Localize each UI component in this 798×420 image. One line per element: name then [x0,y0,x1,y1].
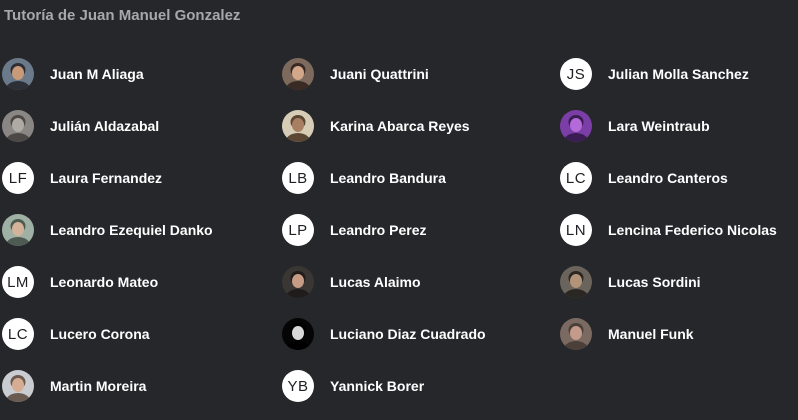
member-item[interactable]: JS Julian Molla Sanchez [559,54,798,94]
avatar-photo [2,370,34,402]
member-name: Karina Abarca Reyes [330,118,470,134]
member-item[interactable]: LC Lucero Corona [0,314,280,354]
member-name: Juani Quattrini [330,66,429,82]
avatar-initials: LP [282,214,314,246]
member-name: Lucas Sordini [608,274,701,290]
member-name: Leandro Canteros [608,170,728,186]
member-name: Yannick Borer [330,378,425,394]
member-name: Manuel Funk [608,326,694,342]
member-item[interactable]: LC Leandro Canteros [559,158,798,198]
member-item[interactable]: Leandro Ezequiel Danko [0,210,280,250]
avatar-initials: LM [2,266,34,298]
member-name: Julián Aldazabal [50,118,160,134]
avatar-photo [2,110,34,142]
member-item[interactable]: Luciano Diaz Cuadrado [280,314,559,354]
member-grid: Juan M Aliaga Juani Quattrini JS Julian Mol… [0,54,798,418]
member-item[interactable]: Juan M Aliaga [0,54,280,94]
avatar-photo [560,266,592,298]
member-item[interactable]: Julián Aldazabal [0,106,280,146]
member-item[interactable]: YB Yannick Borer [280,366,559,406]
avatar-initials: LF [2,162,34,194]
member-name: Leonardo Mateo [50,274,159,290]
member-item[interactable]: LP Leandro Perez [280,210,559,250]
member-item[interactable]: Juani Quattrini [280,54,559,94]
avatar-photo [2,214,34,246]
member-name: Leandro Ezequiel Danko [50,222,213,238]
member-name: Lara Weintraub [608,118,710,134]
member-name: Leandro Perez [330,222,427,238]
member-item[interactable]: Martin Moreira [0,366,280,406]
avatar-initials: JS [560,58,592,90]
avatar-photo [282,110,314,142]
avatar-photo [282,58,314,90]
page-title: Tutoría de Juan Manuel Gonzalez [4,7,241,24]
avatar-photo [560,318,592,350]
member-name: Laura Fernandez [50,170,163,186]
member-item[interactable]: Lucas Alaimo [280,262,559,302]
member-item[interactable]: Lucas Sordini [559,262,798,302]
member-name: Lucero Corona [50,326,150,342]
avatar-initials: LN [560,214,592,246]
member-name: Juan M Aliaga [50,66,144,82]
member-name: Lencina Federico Nicolas [608,222,777,238]
member-name: Lucas Alaimo [330,274,421,290]
avatar-photo [282,266,314,298]
avatar-photo [560,110,592,142]
tutoring-group-page: Tutoría de Juan Manuel Gonzalez Juan M A… [0,0,798,420]
member-item[interactable]: LB Leandro Bandura [280,158,559,198]
avatar-photo [2,58,34,90]
member-name: Julian Molla Sanchez [608,66,749,82]
member-item[interactable]: LN Lencina Federico Nicolas [559,210,798,250]
avatar-photo [282,318,314,350]
member-name: Leandro Bandura [330,170,446,186]
avatar-initials: YB [282,370,314,402]
avatar-initials: LC [560,162,592,194]
member-name: Martin Moreira [50,378,147,394]
member-item[interactable]: LM Leonardo Mateo [0,262,280,302]
avatar-initials: LB [282,162,314,194]
member-item[interactable]: Lara Weintraub [559,106,798,146]
member-item[interactable]: Manuel Funk [559,314,798,354]
member-item[interactable]: LF Laura Fernandez [0,158,280,198]
avatar-initials: LC [2,318,34,350]
member-name: Luciano Diaz Cuadrado [330,326,486,342]
member-item[interactable]: Karina Abarca Reyes [280,106,559,146]
